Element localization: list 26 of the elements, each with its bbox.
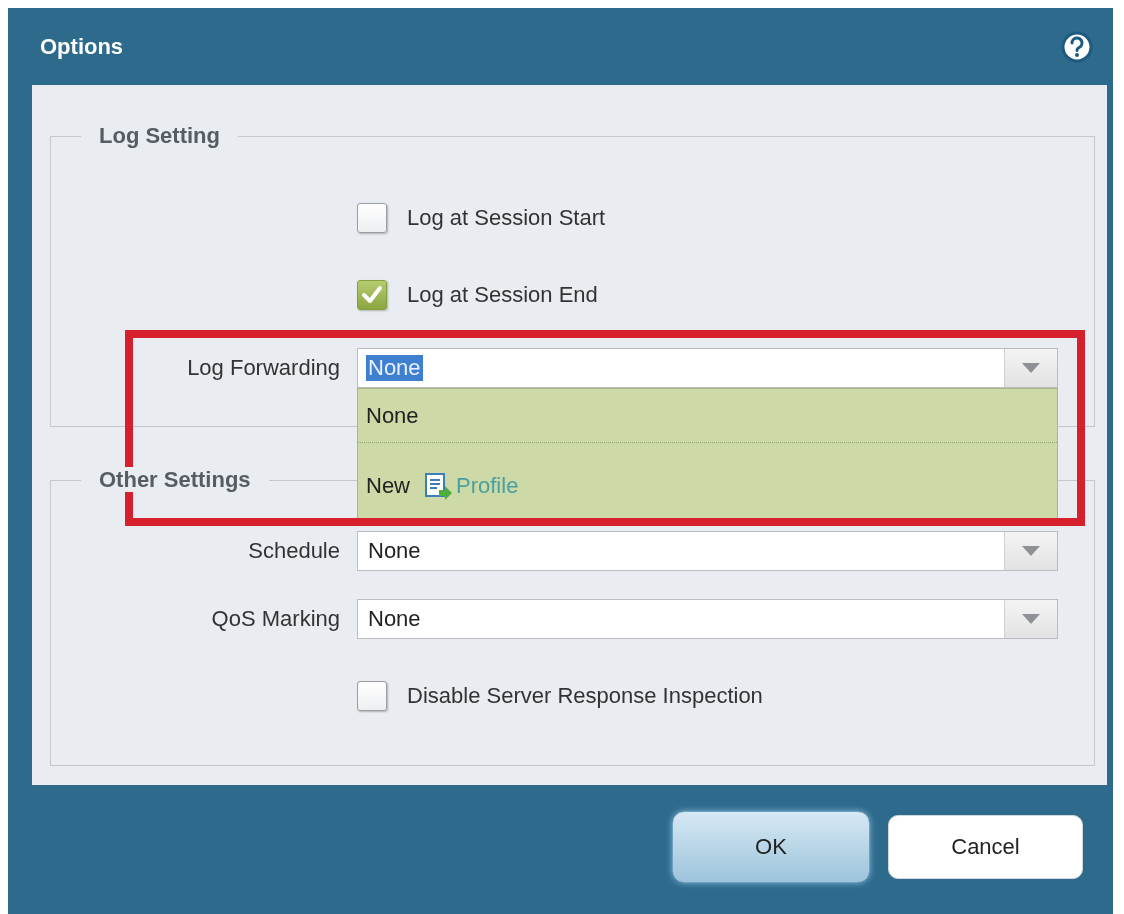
- checkbox[interactable]: [357, 203, 387, 233]
- dropdown-field[interactable]: None: [357, 348, 1058, 388]
- checkbox[interactable]: [357, 280, 387, 310]
- field-label: Log Forwarding: [187, 355, 340, 381]
- dropdown-field[interactable]: None: [357, 599, 1058, 639]
- dropdown-arrow-icon[interactable]: [1021, 362, 1041, 374]
- checkbox-label[interactable]: Disable Server Response Inspection: [407, 683, 763, 709]
- dropdown-arrow-icon[interactable]: [1021, 545, 1041, 557]
- dropdown-value: None: [366, 355, 423, 381]
- new-document-icon[interactable]: [422, 471, 452, 501]
- help-icon[interactable]: [1061, 30, 1093, 63]
- field-label: QoS Marking: [211, 606, 340, 632]
- dialog-title: Options: [40, 33, 124, 60]
- field-label: Schedule: [248, 538, 340, 564]
- checkbox[interactable]: [357, 681, 387, 711]
- checkmark-icon: [361, 285, 383, 305]
- ok-button[interactable]: OK: [672, 811, 870, 883]
- dropdown-arrow-icon[interactable]: [1021, 613, 1041, 625]
- cancel-button[interactable]: Cancel: [888, 815, 1083, 879]
- dropdown-value: None: [367, 538, 422, 564]
- dropdown-value: None: [367, 606, 422, 632]
- dropdown-option[interactable]: None: [358, 389, 1057, 443]
- checkbox-label[interactable]: Log at Session Start: [407, 205, 606, 231]
- dropdown-field[interactable]: None: [357, 531, 1058, 571]
- dropdown-option[interactable]: New: [366, 473, 410, 499]
- checkbox-label[interactable]: Log at Session End: [407, 282, 598, 308]
